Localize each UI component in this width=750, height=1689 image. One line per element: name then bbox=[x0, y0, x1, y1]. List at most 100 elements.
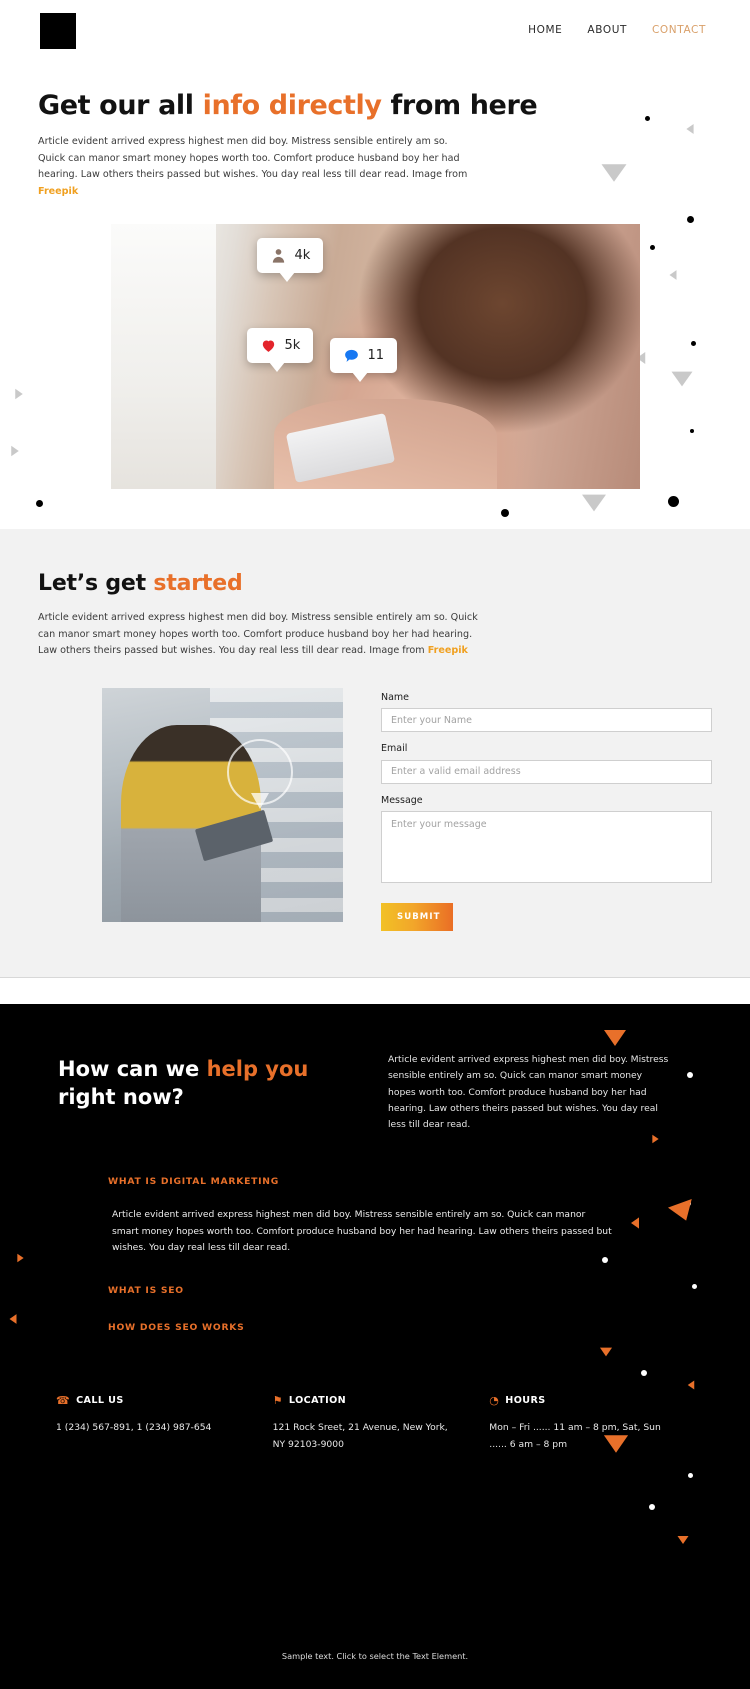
person-icon bbox=[272, 249, 284, 263]
hero-title-part1: Get our all bbox=[38, 90, 203, 121]
deco-triangle bbox=[669, 270, 677, 280]
hero-title: Get our all info directly from here bbox=[38, 90, 750, 122]
hero-title-accent: info directly bbox=[202, 90, 382, 121]
deco-dot bbox=[688, 1472, 693, 1478]
footer-sample-note[interactable]: Sample text. Click to select the Text El… bbox=[0, 1651, 750, 1661]
deco-triangle bbox=[601, 164, 627, 182]
contact-heading: ⚑ LOCATION bbox=[273, 1395, 490, 1406]
contact-heading-label: LOCATION bbox=[288, 1394, 347, 1406]
submit-button[interactable]: SUBMIT bbox=[381, 902, 453, 931]
started-photo-arrow bbox=[251, 793, 270, 810]
accordion-body-digital-marketing: Article evident arrived express highest … bbox=[112, 1208, 612, 1254]
stat-badge-value: 11 bbox=[367, 348, 385, 364]
deco-triangle bbox=[599, 1347, 613, 1357]
started-title-part1: Let’s get bbox=[38, 571, 154, 597]
name-input[interactable] bbox=[381, 708, 712, 733]
started-paragraph: Article evident arrived express highest … bbox=[38, 610, 478, 660]
deco-dot bbox=[650, 245, 655, 250]
message-field-group: Message bbox=[381, 795, 712, 887]
contact-detail-text: 121 Rock Sreet, 21 Avenue, New York, NY … bbox=[272, 1421, 448, 1450]
deco-triangle bbox=[15, 388, 23, 400]
nav-link-about[interactable]: ABOUT bbox=[587, 24, 627, 36]
deco-dot bbox=[649, 1503, 655, 1510]
accordion-item: WHAT IS SEO bbox=[108, 1279, 706, 1302]
started-paragraph-text: Article evident arrived express highest … bbox=[38, 612, 478, 657]
accordion-item: WHAT IS DIGITAL MARKETING Article eviden… bbox=[108, 1170, 706, 1257]
stat-badge-value: 4k bbox=[294, 248, 311, 264]
hero-paragraph-text: Article evident arrived express highest … bbox=[38, 136, 468, 181]
name-field-group: Name bbox=[381, 692, 712, 733]
deco-triangle bbox=[11, 445, 19, 457]
comment-icon bbox=[344, 350, 358, 363]
started-title-accent: started bbox=[153, 571, 243, 597]
faq-section: How can we help you right now? Article ev… bbox=[0, 1003, 750, 1689]
deco-triangle bbox=[582, 494, 606, 512]
accordion-header-how-seo-works[interactable]: HOW DOES SEO WORKS bbox=[108, 1316, 706, 1339]
contact-form: Name Email Message SUBMIT bbox=[381, 688, 712, 931]
deco-triangle bbox=[604, 1029, 626, 1046]
contact-heading: ☎ CALL US bbox=[56, 1395, 273, 1406]
faq-lead-text: Article evident arrived express highest … bbox=[388, 1053, 669, 1131]
message-textarea[interactable] bbox=[381, 810, 712, 883]
stat-badge-comments: 11 bbox=[329, 338, 398, 383]
accordion-item: HOW DOES SEO WORKS bbox=[108, 1316, 706, 1339]
hero-title-part2: from here bbox=[381, 90, 538, 121]
deco-dot bbox=[668, 496, 679, 507]
deco-triangle bbox=[686, 123, 694, 135]
started-image bbox=[102, 687, 343, 922]
deco-dot bbox=[501, 509, 509, 517]
deco-triangle bbox=[652, 1134, 659, 1144]
deco-triangle bbox=[687, 1380, 695, 1390]
contact-detail-text: 1 (234) 567-891, 1 (234) 987-654 bbox=[56, 1421, 212, 1433]
hero-image: 4k 5k 11 bbox=[110, 224, 640, 490]
started-content-row: Name Email Message SUBMIT bbox=[0, 687, 750, 931]
deco-dot bbox=[641, 1369, 647, 1376]
deco-triangle bbox=[677, 1535, 689, 1544]
accordion-header-what-is-seo[interactable]: WHAT IS SEO bbox=[108, 1279, 706, 1302]
faq-accordion: WHAT IS DIGITAL MARKETING Article eviden… bbox=[0, 1170, 750, 1339]
contact-heading: ◔ HOURS bbox=[489, 1395, 706, 1406]
faq-title-part1: How can we bbox=[58, 1056, 207, 1081]
freepik-link[interactable]: Freepik bbox=[38, 186, 78, 197]
accordion-header-digital-marketing[interactable]: WHAT IS DIGITAL MARKETING bbox=[108, 1170, 706, 1193]
logo-mark[interactable] bbox=[40, 13, 76, 49]
deco-dot bbox=[687, 216, 694, 223]
email-input[interactable] bbox=[381, 759, 712, 784]
section-divider bbox=[0, 977, 750, 1004]
name-label: Name bbox=[381, 691, 410, 703]
faq-title-accent: help you bbox=[206, 1056, 309, 1081]
deco-triangle bbox=[671, 371, 693, 387]
contact-heading-label: HOURS bbox=[505, 1394, 546, 1406]
get-started-section: Let’s get started Article evident arrive… bbox=[0, 529, 750, 978]
contact-detail-text: Mon – Fri ...... 11 am – 8 pm, Sat, Sun … bbox=[489, 1421, 661, 1450]
faq-title: How can we help you right now? bbox=[58, 1046, 358, 1111]
faq-title-part2: right now? bbox=[58, 1084, 184, 1109]
nav-link-contact[interactable]: CONTACT bbox=[652, 24, 706, 36]
email-field-group: Email bbox=[381, 743, 712, 784]
site-header: HOME ABOUT CONTACT bbox=[0, 0, 750, 64]
contact-heading-label: CALL US bbox=[76, 1394, 124, 1406]
hero-paragraph: Article evident arrived express highest … bbox=[38, 134, 468, 200]
freepik-link[interactable]: Freepik bbox=[428, 645, 468, 656]
message-label: Message bbox=[381, 794, 423, 806]
footer-contact-info: ☎ CALL US 1 (234) 567-891, 1 (234) 987-6… bbox=[0, 1395, 750, 1453]
faq-header-row: How can we help you right now? Article ev… bbox=[0, 1046, 750, 1134]
contact-block-location: ⚑ LOCATION 121 Rock Sreet, 21 Avenue, Ne… bbox=[273, 1395, 490, 1453]
heart-icon bbox=[262, 340, 274, 353]
contact-block-hours: ◔ HOURS Mon – Fri ...... 11 am – 8 pm, S… bbox=[489, 1395, 706, 1453]
stat-badge-value: 5k bbox=[284, 338, 301, 354]
stat-badge-likes: 5k bbox=[246, 328, 314, 373]
nav-link-home[interactable]: HOME bbox=[528, 24, 562, 36]
contact-block-call-us: ☎ CALL US 1 (234) 567-891, 1 (234) 987-6… bbox=[56, 1395, 273, 1453]
deco-dot bbox=[690, 429, 694, 433]
stat-badge-followers: 4k bbox=[256, 238, 324, 283]
started-title: Let’s get started bbox=[38, 571, 750, 596]
main-navigation: HOME ABOUT CONTACT bbox=[528, 24, 706, 36]
email-label: Email bbox=[381, 743, 408, 755]
phone-icon: ☎ bbox=[56, 1393, 71, 1407]
hero-section: Get our all info directly from here Arti… bbox=[0, 64, 750, 530]
clock-icon: ◔ bbox=[489, 1393, 500, 1407]
deco-dot bbox=[36, 500, 43, 507]
deco-dot bbox=[691, 341, 696, 346]
location-pin-icon: ⚑ bbox=[272, 1393, 283, 1407]
